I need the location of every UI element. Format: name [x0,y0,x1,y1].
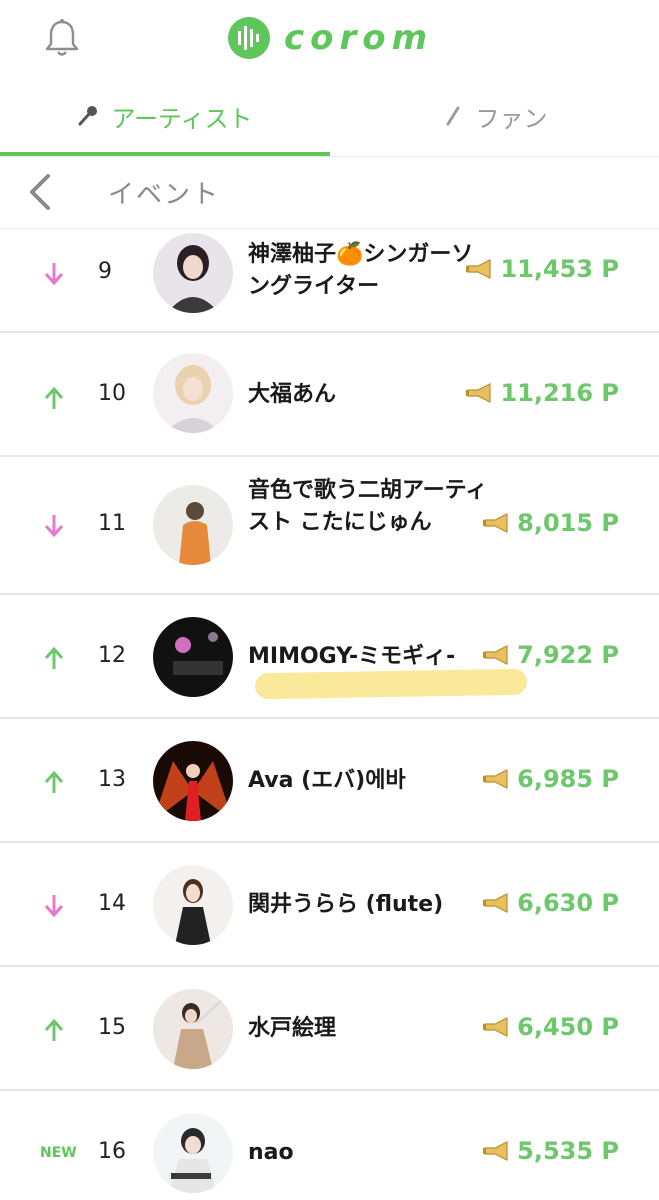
artist-name: 音色で歌う二胡アーティスト こたにじゅん [248,478,488,535]
avatar[interactable] [153,617,233,697]
nav-bar: イベント [0,156,659,229]
tab-artist[interactable]: アーティスト [0,80,330,156]
pen-icon [446,106,459,126]
points: 11,216 P [466,379,619,407]
avatar[interactable] [153,741,233,821]
artist-name: MIMOGY-ミモギィ- [248,644,456,669]
points-value: 6,985 P [517,765,619,793]
points-value: 11,453 P [500,255,619,283]
artist-name: Ava (エバ)에바 [248,768,406,793]
avatar[interactable] [153,865,233,945]
points: 6,630 P [483,889,619,917]
avatar[interactable] [153,353,233,433]
points: 7,922 P [483,641,619,669]
megaphone-icon [483,769,508,789]
bell-icon[interactable] [44,18,80,58]
megaphone-icon [483,893,508,913]
app-logo: corom [228,16,433,60]
logo-text: corom [284,18,434,58]
trend-up-icon [44,770,64,793]
ranking-row[interactable]: 10 大福あん 11,216 P [0,333,659,457]
ranking-row[interactable]: 14 関井うらら (flute) 6,630 P [0,843,659,967]
rank-number: 16 [98,1139,126,1164]
avatar[interactable] [153,989,233,1069]
mic-icon [78,106,98,126]
artist-name: nao [248,1140,294,1165]
rank-number: 10 [98,381,126,406]
points-value: 11,216 P [500,379,619,407]
avatar[interactable] [153,485,233,565]
points: 8,015 P [483,509,619,537]
logo-mark-icon [228,17,270,59]
new-badge: NEW [40,1145,77,1161]
points: 5,535 P [483,1137,619,1165]
artist-name: 関井うらら (flute) [248,892,444,917]
trend-up-icon [44,646,64,669]
ranking-row[interactable]: NEW 16 nao 5,535 P [0,1091,659,1200]
rank-number: 9 [98,259,112,284]
marker-highlight [254,668,528,700]
artist-name: 大福あん [248,382,337,407]
rank-number: 11 [98,511,126,536]
megaphone-icon [483,513,508,533]
trend-down-icon [44,895,64,918]
artist-name: 神澤柚子🍊シンガーソングライター [248,242,474,299]
points-value: 5,535 P [517,1137,619,1165]
page-title: イベント [108,180,221,210]
avatar[interactable] [153,1113,233,1193]
megaphone-icon [483,1017,508,1037]
ranking-row[interactable]: 15 水戸絵理 6,450 P [0,967,659,1091]
megaphone-icon [483,1141,508,1161]
points: 6,450 P [483,1013,619,1041]
megaphone-icon [483,645,508,665]
points: 6,985 P [483,765,619,793]
points-value: 6,450 P [517,1013,619,1041]
rank-number: 14 [98,891,126,916]
trend-down-icon [44,515,64,538]
trend-up-icon [44,386,64,409]
rank-number: 13 [98,767,126,792]
ranking-row[interactable]: 13 Ava (エバ)에바 6,985 P [0,719,659,843]
artist-name: 水戸絵理 [248,1016,337,1041]
points: 11,453 P [466,255,619,283]
ranking-row[interactable]: 11 音色で歌う二胡アーティスト こたにじゅん 8,015 P [0,457,659,595]
rank-number: 12 [98,643,126,668]
points-value: 7,922 P [517,641,619,669]
ranking-row[interactable]: 9 神澤柚子🍊シンガーソングライター 11,453 P [0,229,659,333]
chevron-left-icon[interactable] [24,172,54,212]
points-value: 6,630 P [517,889,619,917]
app-header: corom [0,0,659,80]
megaphone-icon [466,259,492,279]
megaphone-icon [466,383,492,403]
trend-up-icon [44,1018,64,1041]
tab-fan[interactable]: ファン [330,80,659,152]
tab-artist-label: アーティスト [111,104,253,133]
ranking-row[interactable]: 12 MIMOGY-ミモギィ- 7,922 P [0,595,659,719]
avatar[interactable] [153,233,233,313]
rank-number: 15 [98,1015,126,1040]
tab-bar: アーティスト ファン [0,80,659,157]
tab-fan-label: ファン [475,104,548,133]
points-value: 8,015 P [517,509,619,537]
trend-down-icon [44,263,64,286]
